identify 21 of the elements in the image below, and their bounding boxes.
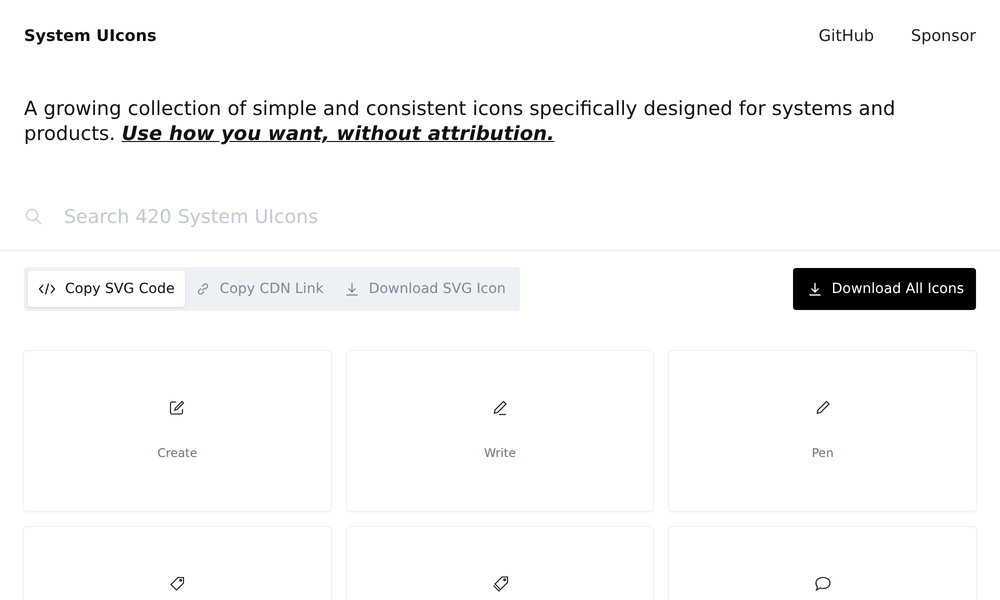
pencil-icon (490, 399, 509, 417)
icon-card[interactable]: Write (346, 351, 654, 511)
download-icon (344, 281, 360, 297)
icon-card[interactable]: Pen (669, 351, 976, 511)
icon-label: Write (484, 446, 516, 460)
edit-square-icon (168, 399, 186, 417)
attribution-link[interactable]: Use how you want, without attribution. (122, 122, 554, 145)
chat-bubble-icon (812, 575, 833, 593)
icon-label: Pen (812, 446, 834, 460)
nav-link[interactable]: Sponsor (911, 26, 976, 44)
nav-link[interactable]: GitHub (818, 26, 874, 44)
pencil-icon (814, 399, 832, 417)
site-logo[interactable]: System UIcons (24, 26, 157, 44)
download-icon (806, 281, 823, 297)
mode-tab[interactable]: Copy SVG Code (28, 271, 185, 307)
intro-paragraph: A growing collection of simple and consistent icons specifically designed for systems and products. Use how you want, without attribution. (24, 96, 896, 146)
icon-label: Create (157, 446, 198, 460)
icon-card[interactable]: Create (24, 351, 331, 511)
search-icon (24, 207, 44, 227)
tag-icon (168, 575, 186, 593)
download-all-button[interactable]: Download All Icons (792, 268, 976, 310)
